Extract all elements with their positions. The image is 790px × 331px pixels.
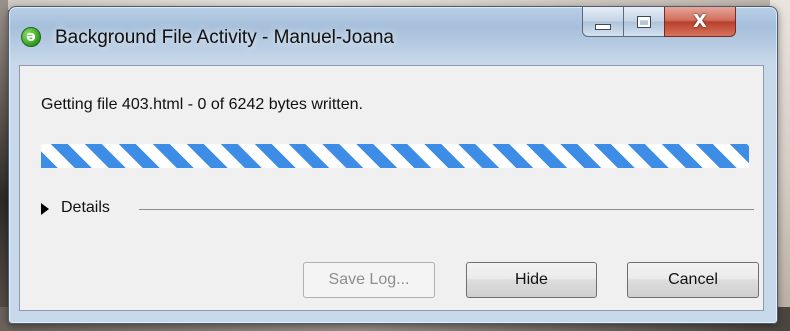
hide-button[interactable]: Hide	[466, 262, 597, 298]
details-divider	[139, 209, 754, 210]
status-text: Getting file 403.html - 0 of 6242 bytes …	[41, 96, 363, 113]
details-label[interactable]: Details	[61, 199, 110, 217]
title-bar[interactable]: ə Background File Activity - Manuel-Joan…	[9, 7, 777, 63]
maximize-icon	[637, 15, 651, 28]
dialog-content: Getting file 403.html - 0 of 6242 bytes …	[19, 65, 764, 311]
details-expander[interactable]: Details	[41, 199, 754, 219]
maximize-button[interactable]	[623, 7, 665, 37]
close-button[interactable]: X	[664, 7, 736, 37]
progress-bar	[41, 144, 749, 168]
dreamweaver-icon: ə	[21, 27, 41, 47]
window-title: Background File Activity - Manuel-Joana	[55, 27, 394, 48]
save-log-button[interactable]: Save Log...	[303, 262, 435, 298]
expand-triangle-icon[interactable]	[41, 203, 49, 215]
desktop-background-left	[0, 0, 8, 331]
cancel-button[interactable]: Cancel	[627, 262, 759, 298]
close-icon: X	[693, 11, 707, 32]
dialog-window: ə Background File Activity - Manuel-Joan…	[8, 6, 778, 324]
minimize-icon	[595, 23, 611, 30]
minimize-button[interactable]	[582, 7, 624, 37]
